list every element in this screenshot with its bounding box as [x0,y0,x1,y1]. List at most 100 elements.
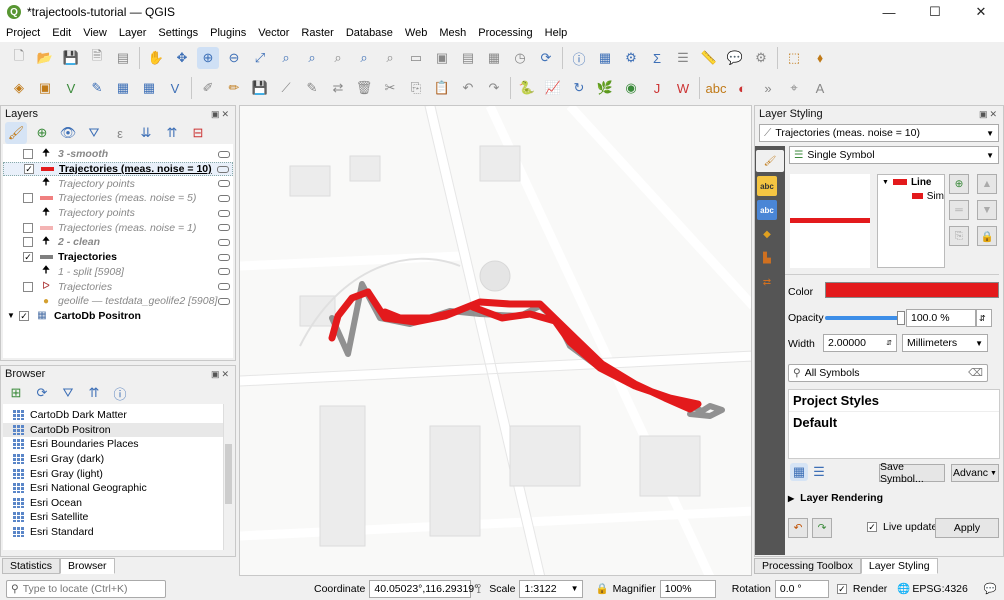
menu-settings[interactable]: Settings [152,27,204,39]
layer-checkbox[interactable] [23,178,33,189]
magnifier-spinbox[interactable]: 100% [659,579,716,598]
plugin-globe-icon[interactable]: ◉ [620,77,642,99]
messages-icon[interactable]: 💬 [984,582,997,595]
layer-row[interactable]: ᐅ Trajectories [3,279,233,294]
add-selected-layers-icon[interactable]: ⊞ [5,382,27,404]
symbol-tree-child[interactable]: Sim [878,189,944,203]
layer-checkbox[interactable] [23,281,33,292]
redo-icon[interactable]: ↷ [483,77,505,99]
menu-plugins[interactable]: Plugins [204,27,252,39]
copy-features-icon[interactable]: ⎘ [405,77,427,99]
clear-search-icon[interactable]: ⌫ [968,367,983,379]
browser-collapse-icon[interactable]: ⇈ [83,382,105,404]
select-by-expression-icon[interactable]: ⬧ [809,47,831,69]
refresh-arrow-icon[interactable]: ↻ [568,77,590,99]
style-group-project[interactable]: Project Styles [789,390,999,412]
spin-arrows-icon[interactable]: ⇵ [886,339,892,347]
plugin-leaf-icon[interactable]: 🌿 [594,77,616,99]
save-symbol-button[interactable]: Save Symbol... [879,461,945,485]
zoom-in-icon[interactable]: ⊕ [197,47,219,69]
browser-scrollbar[interactable] [223,404,233,550]
opacity-spin-arrows-icon[interactable]: ⇵ [976,309,992,327]
menu-database[interactable]: Database [340,27,399,39]
layer-row[interactable]: 🠉 1 - split [5908] [3,265,233,280]
browser-item[interactable]: CartoDb Dark Matter [3,408,233,423]
vertex-tool-icon[interactable]: ✎ [301,77,323,99]
layer-visibility-icon[interactable] [218,194,230,202]
digitize-icon[interactable]: ⟋ [275,77,297,99]
layer-visibility-icon[interactable] [217,165,229,173]
annotation-icon[interactable]: ⚙ [750,47,772,69]
wkt-icon[interactable]: W [672,77,694,99]
toggle-editing-pencil-icon[interactable]: ✏ [223,77,245,99]
layer-visibility-icon[interactable] [218,180,230,188]
menu-view[interactable]: View [77,27,113,39]
data-source-manager-icon[interactable]: ◈ [8,77,30,99]
close-button[interactable]: ✕ [958,0,1004,24]
scale-dropdown[interactable]: 1:3122 ▼ [519,579,584,598]
expand-arrow-icon[interactable]: ▼ [7,311,19,320]
filter-legend-icon[interactable]: ⛛ [83,122,105,144]
new-3d-view-icon[interactable]: ▣ [431,47,453,69]
duplicate-symbol-layer-icon[interactable]: ⎘ [949,226,969,246]
map-tips-icon[interactable]: 💬 [724,47,746,69]
coordinate-field[interactable]: 40.05023°,116.29319° [369,579,478,598]
layer-visibility-icon[interactable] [218,297,230,305]
style-group-default[interactable]: Default [789,412,999,434]
layer-visibility-icon[interactable] [218,150,230,158]
add-symbol-layer-icon[interactable]: ⊕ [949,174,969,194]
layer-checkbox[interactable] [23,222,33,233]
more-tools-icon[interactable]: » [757,77,779,99]
tab-browser[interactable]: Browser [60,558,115,574]
identify-icon[interactable]: ⓘ [568,47,590,69]
open-project-icon[interactable]: 📂 [34,47,56,69]
move-down-icon[interactable]: ▼ [977,200,997,220]
layer-visibility-icon[interactable] [218,253,230,261]
save-edits-icon[interactable]: 💾 [249,77,271,99]
layout-manager-icon[interactable]: ▤ [112,47,134,69]
layer-checkbox[interactable] [23,266,33,277]
layer-row[interactable]: 🠉 Trajectory points [3,206,233,221]
zoom-last-icon[interactable]: ⌕ [353,47,375,69]
layer-row[interactable]: Trajectories (meas. noise = 5) [3,191,233,206]
new-geopackage-icon[interactable]: ▣ [34,77,56,99]
menu-project[interactable]: Project [0,27,46,39]
label-abc-icon[interactable]: abc [705,77,727,99]
remove-layer-icon[interactable]: ⊟ [187,122,209,144]
zoom-full-icon[interactable]: ⤢ [249,47,271,69]
temporal-clock-icon[interactable]: ◷ [509,47,531,69]
width-spinbox[interactable]: 2.00000 ⇵ [823,334,897,352]
browser-item-selected[interactable]: CartoDb Positron [3,422,233,438]
python-console-icon[interactable]: 🐍 [516,77,538,99]
symbol-tree-root[interactable]: ▼ Line [878,175,944,189]
browser-item[interactable]: Esri Gray (dark) [3,452,233,467]
browser-item[interactable]: Esri Ocean [3,496,233,511]
open-table-icon[interactable]: ☰ [672,47,694,69]
remove-symbol-layer-icon[interactable]: ═ [949,200,969,220]
browser-item[interactable]: Esri Boundaries Places [3,437,233,452]
toolbox-gear-icon[interactable]: ⚙ [620,47,642,69]
browser-item[interactable]: Esri Satellite [3,510,233,525]
lock-scale-icon[interactable]: 🔒 [595,582,608,595]
add-vector-layer-icon[interactable]: V [60,77,82,99]
lock-icon[interactable]: 🔒 [977,226,997,246]
zoom-out-icon[interactable]: ⊖ [223,47,245,69]
3d-view-cube-icon[interactable]: ◆ [757,224,777,244]
masks-abc-icon[interactable]: abc [757,200,777,220]
zoom-native-icon[interactable]: ⌕ [327,47,349,69]
filter-expression-icon[interactable]: ε [109,122,131,144]
cut-features-icon[interactable]: ✂ [379,77,401,99]
menu-help[interactable]: Help [539,27,574,39]
add-raster-layer-icon[interactable]: ✎ [86,77,108,99]
maximize-button[interactable]: ☐ [912,0,958,24]
menu-processing[interactable]: Processing [472,27,538,39]
measure-ruler-icon[interactable]: 📏 [698,47,720,69]
crs-globe-icon[interactable]: 🌐 [897,582,910,595]
text-format-icon[interactable]: A [809,77,831,99]
menu-web[interactable]: Web [399,27,433,39]
layer-visibility-icon[interactable] [218,283,230,291]
browser-properties-icon[interactable]: ⓘ [109,382,131,404]
move-up-icon[interactable]: ▲ [977,174,997,194]
live-update-toggle[interactable]: ✓ Live update [867,521,937,533]
panel-float-close-icon[interactable]: ▣✕ [211,369,231,380]
